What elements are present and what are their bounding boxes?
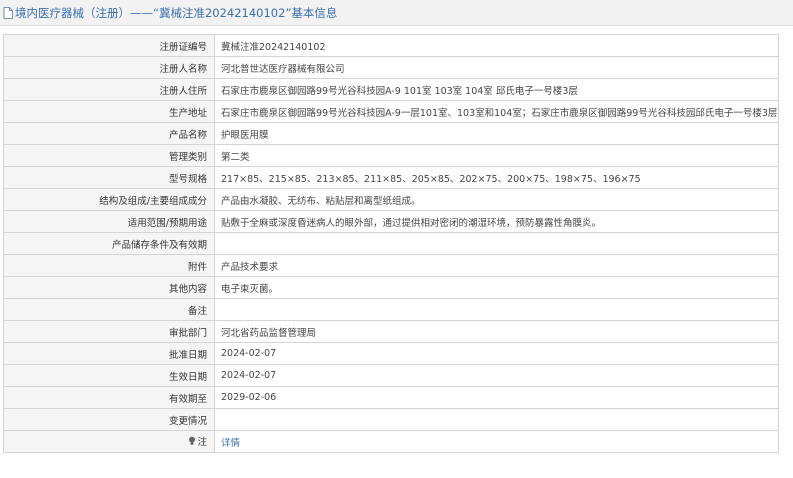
field-label: 注 <box>3 430 215 453</box>
field-label: 型号规格 <box>3 166 215 189</box>
field-value: 2029-02-06 <box>214 386 779 409</box>
table-row-note: 注 详情 <box>3 430 779 453</box>
field-value: 详情 <box>214 430 779 453</box>
field-value: 第二类 <box>214 144 779 167</box>
table-row: 备注 <box>3 298 779 321</box>
field-label: 其他内容 <box>3 276 215 299</box>
field-label: 有效期至 <box>3 386 215 409</box>
field-label: 管理类别 <box>3 144 215 167</box>
field-label: 适用范围/预期用途 <box>3 210 215 233</box>
info-table: 注册证编号 冀械注准20242140102 注册人名称 河北普世达医疗器械有限公司 注册… <box>3 34 779 453</box>
table-row: 管理类别 第二类 <box>3 144 779 167</box>
document-icon <box>3 6 13 19</box>
field-label: 产品储存条件及有效期 <box>3 232 215 255</box>
field-label: 注册人名称 <box>3 56 215 79</box>
field-value <box>214 298 779 321</box>
table-row: 注册人住所 石家庄市鹿泉区御园路99号光谷科技园A-9 101室 103室 104… <box>3 78 779 101</box>
table-row: 有效期至 2029-02-06 <box>3 386 779 409</box>
field-value: 石家庄市鹿泉区御园路99号光谷科技园A-9 101室 103室 104室 邱氏电… <box>214 78 779 101</box>
table-row: 结构及组成/主要组成成分 产品由水凝胶、无纺布、粘贴层和离型纸组成。 <box>3 188 779 211</box>
field-label: 注册证编号 <box>3 34 215 57</box>
field-label: 附件 <box>3 254 215 277</box>
table-row: 型号规格 217×85、215×85、213×85、211×85、205×85、2… <box>3 166 779 189</box>
field-value: 护眼医用膜 <box>214 122 779 145</box>
field-value: 产品由水凝胶、无纺布、粘贴层和离型纸组成。 <box>214 188 779 211</box>
field-label: 审批部门 <box>3 320 215 343</box>
field-value: 217×85、215×85、213×85、211×85、205×85、202×7… <box>214 166 779 189</box>
table-row: 审批部门 河北省药品监督管理局 <box>3 320 779 343</box>
field-value: 贴敷于全麻或深度昏迷病人的眼外部，通过提供相对密闭的潮湿环境，预防暴露性角膜炎。 <box>214 210 779 233</box>
bulb-icon <box>188 436 196 449</box>
field-label: 变更情况 <box>3 408 215 431</box>
table-row: 生产地址 石家庄市鹿泉区御园路99号光谷科技园A-9一层101室、103室和104… <box>3 100 779 123</box>
detail-link[interactable]: 详情 <box>221 438 240 449</box>
field-label: 备注 <box>3 298 215 321</box>
field-value: 电子束灭菌。 <box>214 276 779 299</box>
field-label: 生效日期 <box>3 364 215 387</box>
table-row: 注册人名称 河北普世达医疗器械有限公司 <box>3 56 779 79</box>
page-header: 境内医疗器械（注册）——“冀械注准20242140102”基本信息 <box>0 0 793 26</box>
field-label: 产品名称 <box>3 122 215 145</box>
table-row: 产品储存条件及有效期 <box>3 232 779 255</box>
field-label: 结构及组成/主要组成成分 <box>3 188 215 211</box>
field-value <box>214 232 779 255</box>
field-value: 河北普世达医疗器械有限公司 <box>214 56 779 79</box>
table-row: 批准日期 2024-02-07 <box>3 342 779 365</box>
table-row: 其他内容 电子束灭菌。 <box>3 276 779 299</box>
table-row: 适用范围/预期用途 贴敷于全麻或深度昏迷病人的眼外部，通过提供相对密闭的潮湿环境，… <box>3 210 779 233</box>
field-value <box>214 408 779 431</box>
field-value: 产品技术要求 <box>214 254 779 277</box>
table-row: 产品名称 护眼医用膜 <box>3 122 779 145</box>
field-value: 石家庄市鹿泉区御园路99号光谷科技园A-9一层101室、103室和104室；石家… <box>214 100 779 123</box>
field-label: 批准日期 <box>3 342 215 365</box>
field-label: 生产地址 <box>3 100 215 123</box>
field-label: 注册人住所 <box>3 78 215 101</box>
page-title: 境内医疗器械（注册）——“冀械注准20242140102”基本信息 <box>15 5 338 20</box>
note-label: 注 <box>197 437 207 448</box>
table-row: 生效日期 2024-02-07 <box>3 364 779 387</box>
field-value: 2024-02-07 <box>214 342 779 365</box>
table-row: 注册证编号 冀械注准20242140102 <box>3 34 779 57</box>
field-value: 冀械注准20242140102 <box>214 34 779 57</box>
table-row: 附件 产品技术要求 <box>3 254 779 277</box>
field-value: 河北省药品监督管理局 <box>214 320 779 343</box>
field-value: 2024-02-07 <box>214 364 779 387</box>
table-row: 变更情况 <box>3 408 779 431</box>
